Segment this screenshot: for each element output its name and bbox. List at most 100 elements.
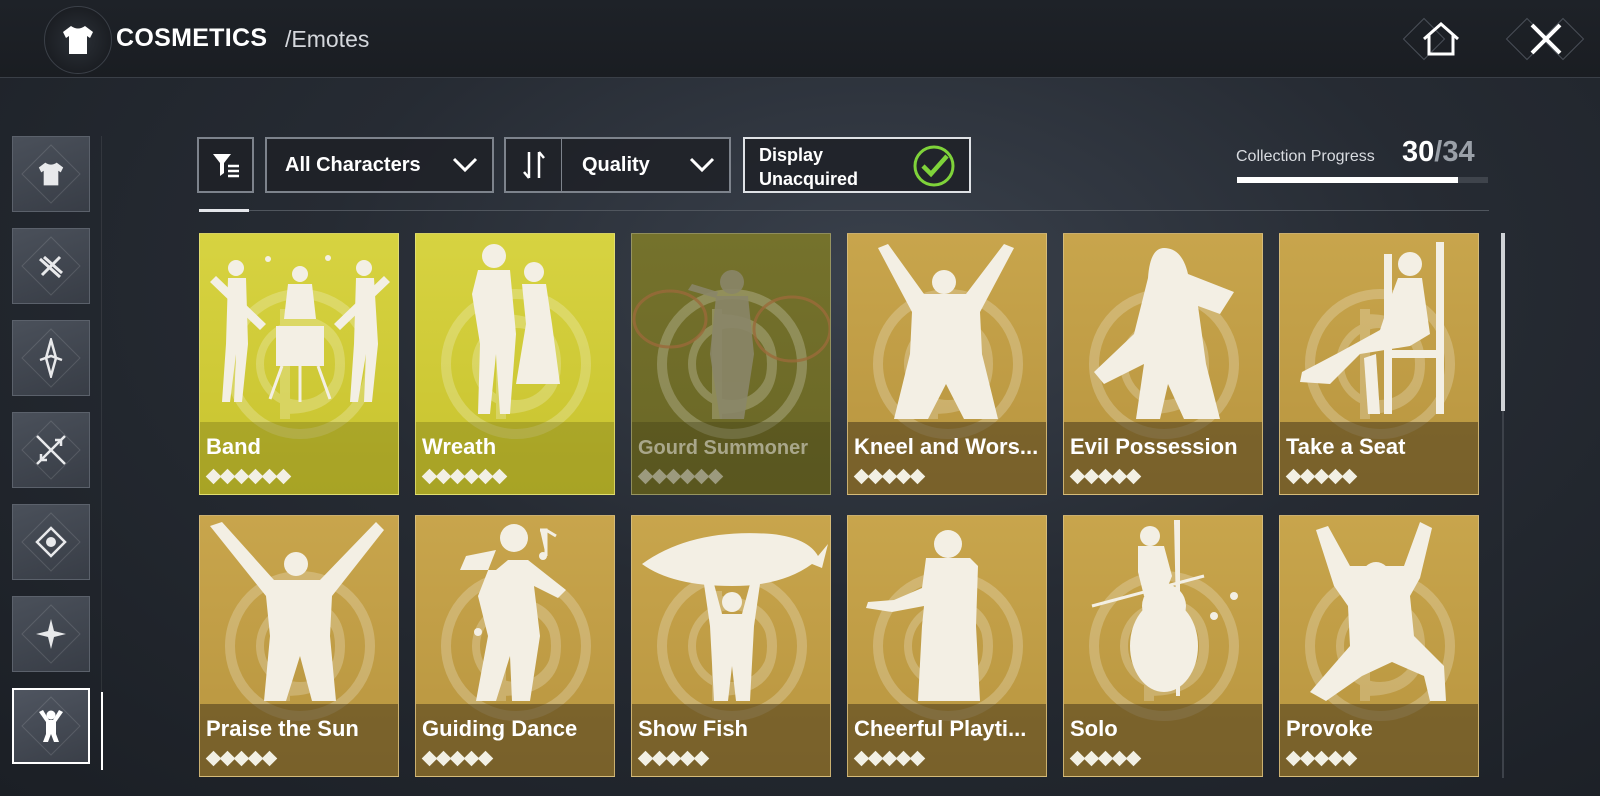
toggle-label-line2: Unacquired	[759, 169, 859, 189]
emote-name: Gourd Summoner	[638, 437, 809, 459]
emote-card[interactable]: Provoke	[1279, 515, 1479, 777]
emote-silhouette	[866, 530, 980, 701]
sidebar-divider	[101, 136, 102, 692]
sort-dropdown-label: Quality	[582, 153, 650, 176]
quality-rating	[1285, 468, 1358, 485]
collection-progress-bar	[1237, 177, 1488, 183]
sidebar-active-indicator	[101, 692, 103, 770]
emote-name: Show Fish	[638, 716, 748, 741]
quality-diamond-icon	[1341, 750, 1358, 767]
check-icon	[913, 145, 955, 187]
emote-name: Take a Seat	[1286, 434, 1406, 459]
quality-rating	[1285, 750, 1358, 767]
toolbar-divider	[199, 210, 1489, 211]
quality-diamond-icon	[909, 468, 926, 485]
quality-diamond-icon	[909, 750, 926, 767]
emote-pose-icon	[39, 710, 63, 742]
emote-name: Kneel and Wors...	[854, 434, 1039, 459]
quality-diamond-icon	[491, 468, 508, 485]
quality-diamond-icon	[477, 750, 494, 767]
emote-silhouette	[1091, 520, 1238, 696]
sidebar-item-weapon-skins[interactable]	[12, 228, 90, 304]
collection-progress-value: 30/34	[1402, 136, 1475, 168]
emote-card[interactable]: Show Fish	[631, 515, 831, 777]
filter-button[interactable]	[197, 137, 254, 193]
weapon-skin-icon	[38, 255, 63, 279]
emote-name: Provoke	[1286, 716, 1373, 741]
emote-card[interactable]: Solo	[1063, 515, 1263, 777]
quality-rating	[1069, 468, 1142, 485]
shirt-icon	[44, 6, 112, 74]
emote-silhouette	[210, 522, 384, 701]
emote-card[interactable]: Evil Possession	[1063, 233, 1263, 495]
sort-icon[interactable]	[506, 139, 562, 191]
quality-diamond-icon	[707, 468, 724, 485]
dagger-icon	[39, 338, 63, 378]
characters-dropdown[interactable]: All Characters	[265, 137, 494, 193]
quality-diamond-icon	[1341, 468, 1358, 485]
collection-progress-fill	[1237, 177, 1459, 183]
toolbar-divider-accent	[199, 209, 249, 212]
chevron-down-icon	[452, 157, 478, 173]
sidebar-item-outfits[interactable]	[12, 136, 90, 212]
emblem-icon	[35, 526, 67, 558]
quality-rating	[421, 750, 494, 767]
sidebar-item-markers[interactable]	[12, 596, 90, 672]
emote-silhouette	[878, 244, 1014, 419]
emote-card[interactable]: Gourd Summoner	[631, 233, 831, 495]
quality-diamond-icon	[693, 750, 710, 767]
emote-name: Praise the Sun	[206, 716, 359, 741]
display-unacquired-toggle[interactable]: Display Unacquired	[743, 137, 971, 193]
scrollbar-thumb[interactable]	[1501, 233, 1505, 411]
crossed-swords-icon	[36, 435, 66, 465]
top-bar: COSMETICS /Emotes	[0, 0, 1600, 78]
home-button[interactable]	[1402, 12, 1479, 66]
emote-card[interactable]: Guiding Dance	[415, 515, 615, 777]
emote-name: Cheerful Playti...	[854, 716, 1027, 741]
emote-card[interactable]: Band	[199, 233, 399, 495]
emote-card[interactable]: Praise the Sun	[199, 515, 399, 777]
collection-progress-label: Collection Progress	[1236, 148, 1375, 165]
close-button[interactable]	[1505, 12, 1585, 66]
sidebar-item-emotes[interactable]	[12, 688, 90, 764]
quality-diamond-icon	[1125, 750, 1142, 767]
quality-diamond-icon	[275, 468, 292, 485]
quality-rating	[637, 750, 710, 767]
emote-grid: Band Wreath Gourd Summoner Kneel and Wors..…	[199, 233, 1489, 796]
shirt-icon	[38, 162, 64, 186]
quality-rating	[205, 468, 292, 485]
emote-name: Guiding Dance	[422, 716, 578, 741]
characters-dropdown-label: All Characters	[285, 153, 421, 176]
emote-name: Wreath	[422, 434, 497, 459]
emote-card[interactable]: Wreath	[415, 233, 615, 495]
emote-name: Band	[206, 434, 261, 459]
quality-diamond-icon	[261, 750, 278, 767]
quality-rating	[853, 750, 926, 767]
toggle-label-line1: Display	[759, 145, 824, 165]
emote-silhouette	[460, 524, 566, 701]
emote-name: Evil Possession	[1070, 434, 1238, 459]
emote-card[interactable]: Cheerful Playti...	[847, 515, 1047, 777]
home-icon	[1423, 21, 1459, 56]
emote-silhouette	[472, 244, 560, 414]
emote-silhouette	[1300, 242, 1444, 414]
chevron-down-icon	[689, 157, 715, 173]
sort-dropdown[interactable]: Quality	[504, 137, 731, 193]
emote-card[interactable]: Kneel and Wors...	[847, 233, 1047, 495]
emote-silhouette	[1310, 522, 1446, 701]
emote-silhouette	[632, 270, 830, 419]
filter-icon	[212, 154, 239, 178]
emote-silhouette	[1094, 248, 1234, 419]
quality-rating	[421, 468, 508, 485]
quality-diamond-icon	[1125, 468, 1142, 485]
emote-card[interactable]: Take a Seat	[1279, 233, 1479, 495]
quality-rating	[1069, 750, 1142, 767]
sidebar-item-blades[interactable]	[12, 320, 90, 396]
close-icon	[1530, 23, 1562, 55]
sidebar-item-weapons[interactable]	[12, 412, 90, 488]
page-title: COSMETICS	[116, 24, 268, 52]
quality-rating	[637, 468, 724, 485]
emote-silhouette	[642, 533, 828, 701]
sidebar-item-emblems[interactable]	[12, 504, 90, 580]
compass-star-icon	[36, 619, 66, 649]
